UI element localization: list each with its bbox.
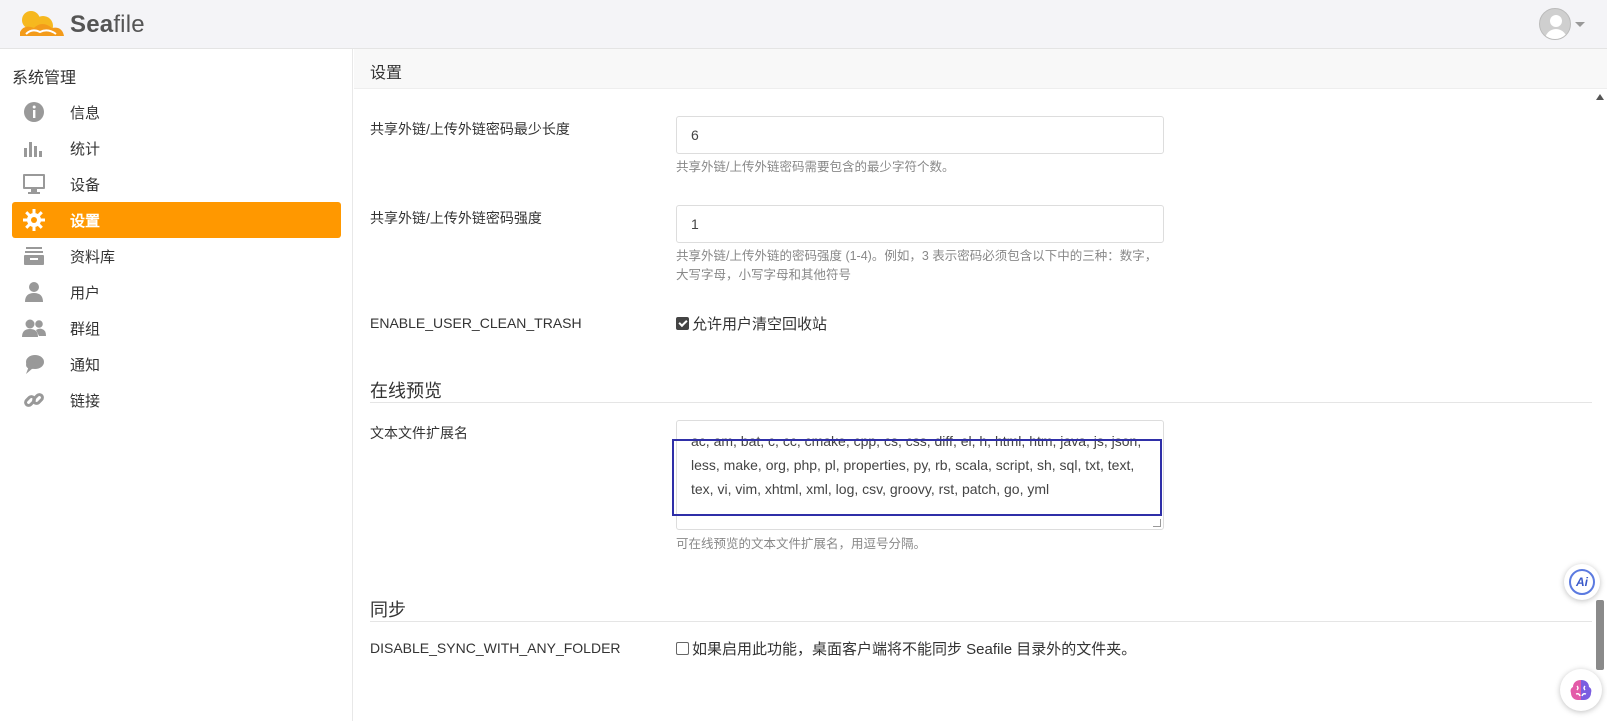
clean-trash-checkbox-label: 允许用户清空回收站: [692, 316, 828, 333]
sidebar-item-settings[interactable]: 设置: [12, 202, 341, 238]
disable-sync-checkbox-label: 如果启用此功能，桌面客户端将不能同步 Seafile 目录外的文件夹。: [692, 641, 1137, 658]
page-title: 设置: [370, 65, 403, 82]
sidebar-item-label: 设置: [70, 212, 101, 230]
brain-assistant-button[interactable]: [1560, 669, 1602, 711]
strength-help: 共享外链/上传外链的密码强度 (1-4)。例如，3 表示密码必须包含以下中的三种…: [676, 249, 1158, 282]
sidebar-title: 系统管理: [12, 70, 77, 87]
sidebar-item-label: 用户: [70, 284, 101, 302]
scrollbar-thumb[interactable]: [1596, 600, 1604, 670]
library-icon: [22, 244, 46, 268]
sidebar-item-links[interactable]: 链接: [12, 382, 341, 418]
brain-icon: [1570, 680, 1592, 700]
clean-trash-checkbox[interactable]: [676, 317, 689, 330]
text-ext-value: ac, am, bat, c, cc, cmake, cpp, cs, css,…: [691, 433, 1142, 497]
sidebar-item-label: 通知: [70, 356, 101, 374]
sidebar-item-label: 统计: [70, 140, 101, 158]
sidebar-item-users[interactable]: 用户: [12, 274, 341, 310]
avatar[interactable]: [1539, 8, 1571, 40]
disable-sync-checkbox[interactable]: [676, 642, 689, 655]
divider: [370, 621, 1592, 622]
info-icon: [22, 100, 46, 124]
sidebar-item-notifications[interactable]: 通知: [12, 346, 341, 382]
user-menu[interactable]: [1539, 8, 1585, 40]
sidebar-item-groups[interactable]: 群组: [12, 310, 341, 346]
clean-trash-label: ENABLE_USER_CLEAN_TRASH: [370, 315, 582, 331]
strength-label: 共享外链/上传外链密码强度: [370, 210, 542, 226]
min-length-input[interactable]: 6: [676, 116, 1164, 154]
monitor-icon: [22, 172, 46, 196]
ai-icon: Ai: [1569, 569, 1595, 595]
cloud-logo-icon: [20, 11, 64, 36]
sync-section-title: 同步: [370, 600, 406, 620]
notification-icon: [22, 352, 46, 376]
page-header: 设置: [354, 49, 1607, 89]
gear-icon: [22, 208, 46, 232]
brand-name: Seafile: [70, 11, 145, 38]
sidebar-item-label: 信息: [70, 104, 101, 122]
sidebar-item-label: 设备: [70, 176, 101, 194]
text-ext-help: 可在线预览的文本文件扩展名，用逗号分隔。: [676, 537, 927, 551]
disable-sync-label: DISABLE_SYNC_WITH_ANY_FOLDER: [370, 640, 621, 656]
text-ext-textarea[interactable]: ac, am, bat, c, cc, cmake, cpp, cs, css,…: [676, 420, 1164, 530]
sidebar-item-label: 群组: [70, 320, 101, 338]
preview-section-title: 在线预览: [370, 381, 442, 401]
seafile-logo[interactable]: Seafile: [16, 8, 145, 42]
sidebar-item-label: 资料库: [70, 248, 116, 266]
user-icon: [22, 280, 46, 304]
bar-chart-icon: [22, 136, 46, 160]
sidebar-item-info[interactable]: 信息: [12, 94, 341, 130]
top-header: Seafile: [0, 0, 1607, 49]
min-length-help: 共享外链/上传外链密码需要包含的最少字符个数。: [676, 160, 955, 174]
sidebar-item-libraries[interactable]: 资料库: [12, 238, 341, 274]
sidebar-item-devices[interactable]: 设备: [12, 166, 341, 202]
sidebar: 系统管理 信息 统计 设备 设置 资料库 用户 群组 通知 链接: [0, 49, 353, 721]
strength-input[interactable]: 1: [676, 205, 1164, 243]
divider: [370, 402, 1592, 403]
sidebar-nav: 信息 统计 设备 设置 资料库 用户 群组 通知 链接: [12, 94, 341, 418]
resize-handle[interactable]: [1153, 519, 1161, 527]
min-length-label: 共享外链/上传外链密码最少长度: [370, 121, 570, 137]
sidebar-item-label: 链接: [70, 392, 101, 410]
group-icon: [22, 316, 46, 340]
main-content: 设置 共享外链/上传外链密码最少长度 6 共享外链/上传外链密码需要包含的最少字…: [354, 49, 1607, 721]
disable-sync-option[interactable]: 如果启用此功能，桌面客户端将不能同步 Seafile 目录外的文件夹。: [676, 638, 1136, 659]
text-ext-label: 文本文件扩展名: [370, 425, 468, 441]
clean-trash-option[interactable]: 允许用户清空回收站: [676, 313, 827, 334]
ai-assistant-button[interactable]: Ai: [1564, 564, 1600, 600]
link-icon: [22, 388, 46, 412]
scroll-up-arrow-icon[interactable]: [1596, 94, 1604, 100]
chevron-down-icon: [1575, 21, 1585, 27]
sidebar-item-statistics[interactable]: 统计: [12, 130, 341, 166]
